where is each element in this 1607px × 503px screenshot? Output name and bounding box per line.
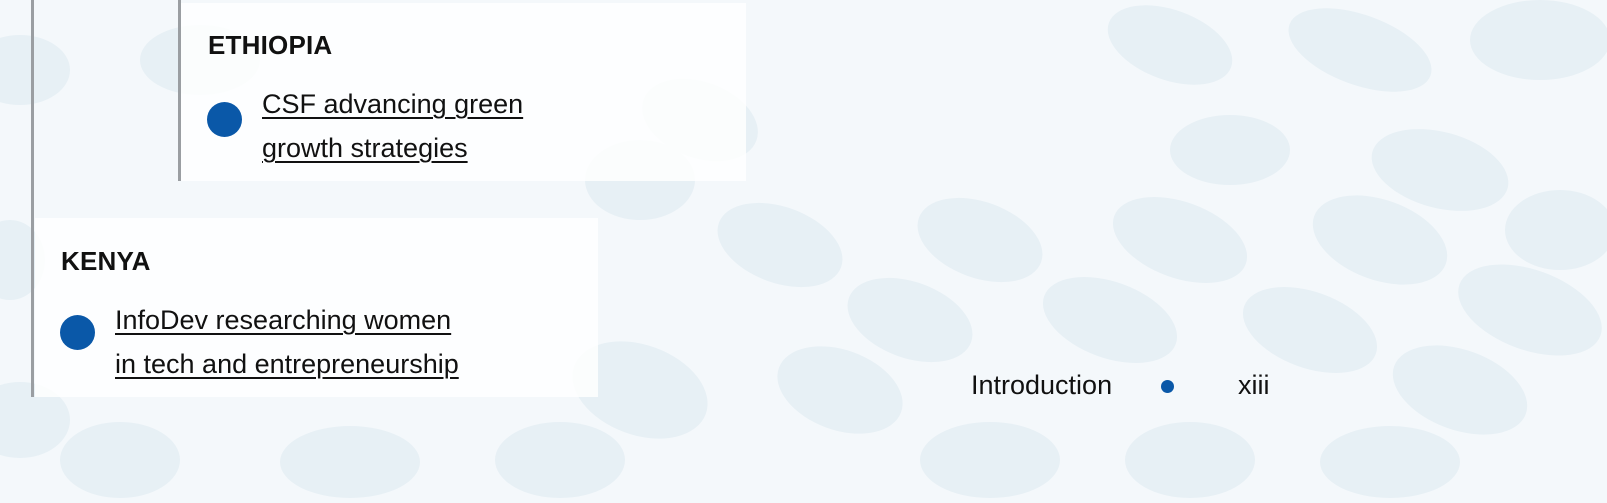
bullet-icon xyxy=(60,315,95,350)
timeline-line-inner xyxy=(178,0,181,181)
footer-section-name: Introduction xyxy=(971,370,1113,400)
country-heading: KENYA xyxy=(61,246,151,276)
story-link[interactable]: InfoDev researching women in tech and en… xyxy=(115,298,459,386)
bullet-icon xyxy=(207,102,242,137)
timeline-line-outer xyxy=(31,0,34,397)
story-link[interactable]: CSF advancing green growth strategies xyxy=(262,82,523,170)
separator-dot-icon xyxy=(1161,380,1174,393)
country-heading: ETHIOPIA xyxy=(208,30,333,60)
section-card-kenya: KENYA InfoDev researching women in tech … xyxy=(35,218,598,397)
page-number: xiii xyxy=(1238,370,1270,400)
section-card-ethiopia: ETHIOPIA CSF advancing green growth stra… xyxy=(178,0,746,181)
